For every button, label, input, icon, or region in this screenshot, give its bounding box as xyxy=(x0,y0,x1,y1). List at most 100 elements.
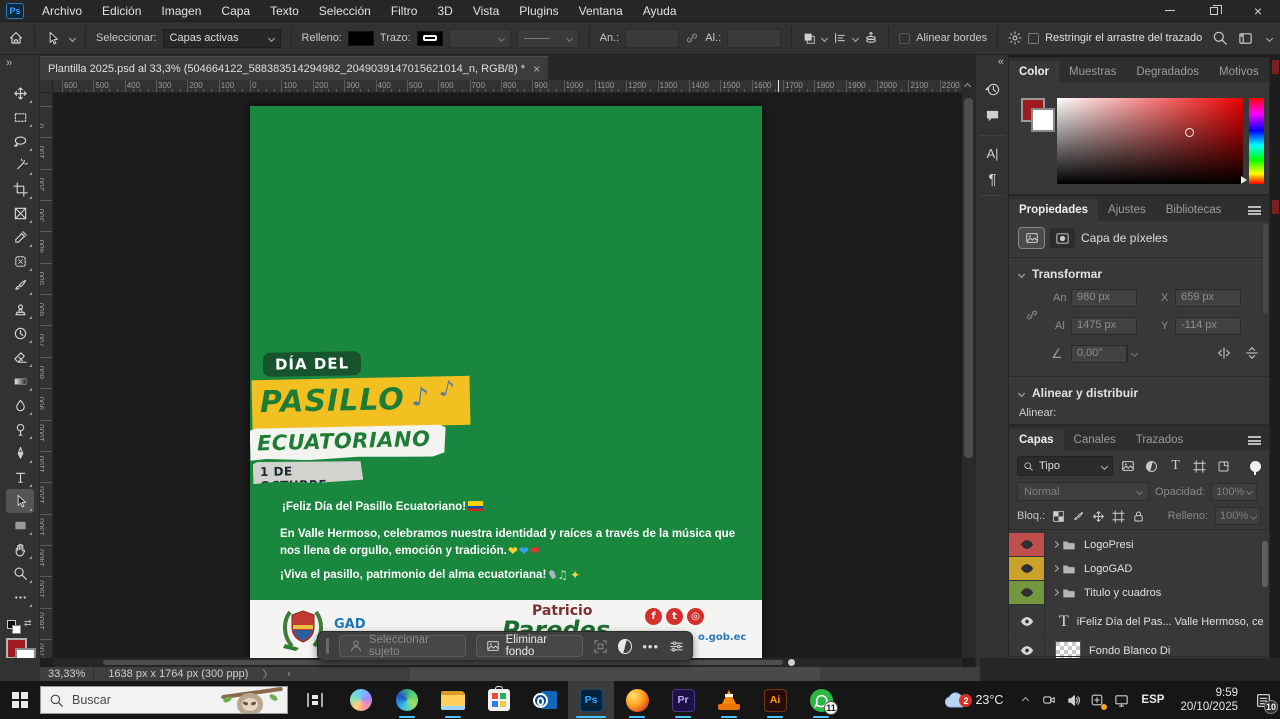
paragraph-panel-icon[interactable]: ¶ xyxy=(979,167,1006,192)
ellipsis-tool[interactable] xyxy=(6,585,34,609)
filter-shape-layers-icon[interactable] xyxy=(1190,457,1209,476)
vertical-scrollbar-thumb[interactable] xyxy=(964,98,973,458)
layer-row[interactable]: LogoPresi xyxy=(1009,533,1269,557)
link-icon[interactable] xyxy=(1025,308,1039,322)
adjustments-icon[interactable] xyxy=(618,639,632,654)
path-operations-icon[interactable] xyxy=(802,31,816,45)
align-section-header[interactable]: Alinear y distribuir xyxy=(1009,379,1269,405)
height-value[interactable]: 1475 px xyxy=(1071,317,1137,335)
lasso-tool[interactable] xyxy=(6,129,34,153)
zoom-tool[interactable] xyxy=(6,561,34,585)
eyedropper-tool[interactable] xyxy=(6,225,34,249)
canvas-area[interactable]: DÍA DEL PASILLO ♪ ♪ ECUATORIANO 1 DE OCT… xyxy=(53,93,962,658)
constrain-path-checkbox[interactable] xyxy=(1028,33,1039,44)
menu-3d[interactable]: 3D xyxy=(427,0,462,22)
taskbar-app-explorer[interactable] xyxy=(430,681,476,719)
tray-status-icon[interactable] xyxy=(1037,681,1061,719)
close-button[interactable]: × xyxy=(1236,0,1280,22)
remove-background-button[interactable]: Eliminar fondo xyxy=(476,635,584,657)
stroke-width-dropdown[interactable] xyxy=(449,29,511,48)
group-expand-icon[interactable] xyxy=(1052,589,1059,596)
status-next-icon[interactable]: 〉 xyxy=(262,666,273,682)
group-expand-icon[interactable] xyxy=(1052,541,1059,548)
menu-filtro[interactable]: Filtro xyxy=(381,0,428,22)
tab-color[interactable]: Color xyxy=(1009,61,1059,83)
tab-ajustes[interactable]: Ajustes xyxy=(1098,199,1156,221)
filter-type-layers-icon[interactable]: T xyxy=(1166,457,1185,476)
taskbar-app-store[interactable] xyxy=(476,681,522,719)
zoom-level[interactable]: 33,33% xyxy=(40,667,94,681)
y-value[interactable]: -114 px xyxy=(1175,317,1241,335)
start-button[interactable] xyxy=(0,681,40,719)
workspace-switcher-icon[interactable] xyxy=(1238,31,1253,46)
color-picker-marker[interactable] xyxy=(1185,128,1194,137)
layer-visibility-cell[interactable] xyxy=(1009,581,1045,604)
collapse-dock-icon[interactable]: « xyxy=(998,56,1003,68)
blend-mode-dropdown[interactable]: Normal xyxy=(1017,482,1149,501)
stroke-type-dropdown[interactable] xyxy=(517,29,579,48)
menu-selección[interactable]: Selección xyxy=(309,0,381,22)
layer-filter-dropdown[interactable]: Tipo xyxy=(1017,456,1113,476)
properties-sliders-icon[interactable] xyxy=(669,639,684,654)
tab-capas[interactable]: Capas xyxy=(1009,429,1064,451)
brush-tool[interactable] xyxy=(6,273,34,297)
rect-shape-tool[interactable] xyxy=(6,513,34,537)
eraser-tool[interactable] xyxy=(6,345,34,369)
taskbar-app-copilot[interactable] xyxy=(338,681,384,719)
type-tool[interactable] xyxy=(6,465,34,489)
language-indicator[interactable]: ESP xyxy=(1133,694,1172,706)
gradient-tool[interactable] xyxy=(6,369,34,393)
taskbar-app-firefox[interactable] xyxy=(614,681,660,719)
menu-archivo[interactable]: Archivo xyxy=(32,0,92,22)
menu-vista[interactable]: Vista xyxy=(463,0,509,22)
stroke-swatch[interactable] xyxy=(417,31,443,46)
transform-icon[interactable] xyxy=(593,639,608,654)
document-tab[interactable]: Plantilla 2025.psd al 33,3% (504664122_5… xyxy=(40,56,548,80)
menu-imagen[interactable]: Imagen xyxy=(151,0,211,22)
clock[interactable]: 9:59 20/10/2025 xyxy=(1172,686,1246,715)
opacity-field[interactable]: 100% xyxy=(1211,483,1257,501)
angle-value[interactable]: 0,00° xyxy=(1071,345,1127,363)
layer-row[interactable]: LogoGAD xyxy=(1009,557,1269,581)
tab-bibliotecas[interactable]: Bibliotecas xyxy=(1156,199,1232,221)
more-options-icon[interactable]: ••• xyxy=(642,639,659,654)
layer-visibility-cell[interactable] xyxy=(1009,605,1045,638)
menu-ventana[interactable]: Ventana xyxy=(569,0,633,22)
marquee-tool[interactable] xyxy=(6,105,34,129)
menu-texto[interactable]: Texto xyxy=(260,0,309,22)
hand-tool[interactable] xyxy=(6,537,34,561)
lock-position-icon[interactable] xyxy=(1092,510,1105,523)
crop-tool[interactable] xyxy=(6,177,34,201)
background-color[interactable] xyxy=(1031,108,1055,132)
speaker-icon[interactable] xyxy=(1061,681,1085,719)
hue-slider-arrow[interactable] xyxy=(1241,176,1247,184)
fill-field[interactable]: 100% xyxy=(1215,507,1261,525)
hue-slider[interactable] xyxy=(1249,98,1264,184)
select-subject-button[interactable]: Seleccionar sujeto xyxy=(339,635,466,657)
group-expand-icon[interactable] xyxy=(1052,565,1059,572)
saturation-brightness-field[interactable] xyxy=(1057,98,1243,184)
menu-capa[interactable]: Capa xyxy=(211,0,260,22)
layers-scrollbar[interactable] xyxy=(1262,541,1268,587)
history-brush-tool[interactable] xyxy=(6,321,34,345)
layer-visibility-cell[interactable] xyxy=(1009,557,1045,580)
filter-adjustment-layers-icon[interactable] xyxy=(1142,457,1161,476)
tray-input-icon[interactable] xyxy=(1085,681,1109,719)
lock-transparency-icon[interactable] xyxy=(1052,510,1065,523)
menu-edición[interactable]: Edición xyxy=(92,0,151,22)
eye-icon[interactable] xyxy=(1020,563,1034,574)
default-colors-icon[interactable]: ⇄ xyxy=(7,618,33,636)
tab-close-icon[interactable]: × xyxy=(533,62,540,76)
taskbar-search[interactable]: Buscar xyxy=(40,686,288,714)
notification-center-icon[interactable]: 10 xyxy=(1246,681,1280,719)
properties-scrollbar[interactable] xyxy=(1263,224,1268,314)
eye-icon[interactable] xyxy=(1020,539,1034,550)
menu-plugins[interactable]: Plugins xyxy=(509,0,568,22)
lock-pixels-icon[interactable] xyxy=(1072,510,1085,523)
display-icon[interactable] xyxy=(1109,681,1133,719)
fill-swatch[interactable] xyxy=(348,31,374,46)
transform-section-header[interactable]: Transformar xyxy=(1009,260,1269,286)
character-panel-icon[interactable]: A| xyxy=(979,141,1006,166)
taskbar-app-outlook[interactable] xyxy=(522,681,568,719)
tab-muestras[interactable]: Muestras xyxy=(1059,61,1126,83)
